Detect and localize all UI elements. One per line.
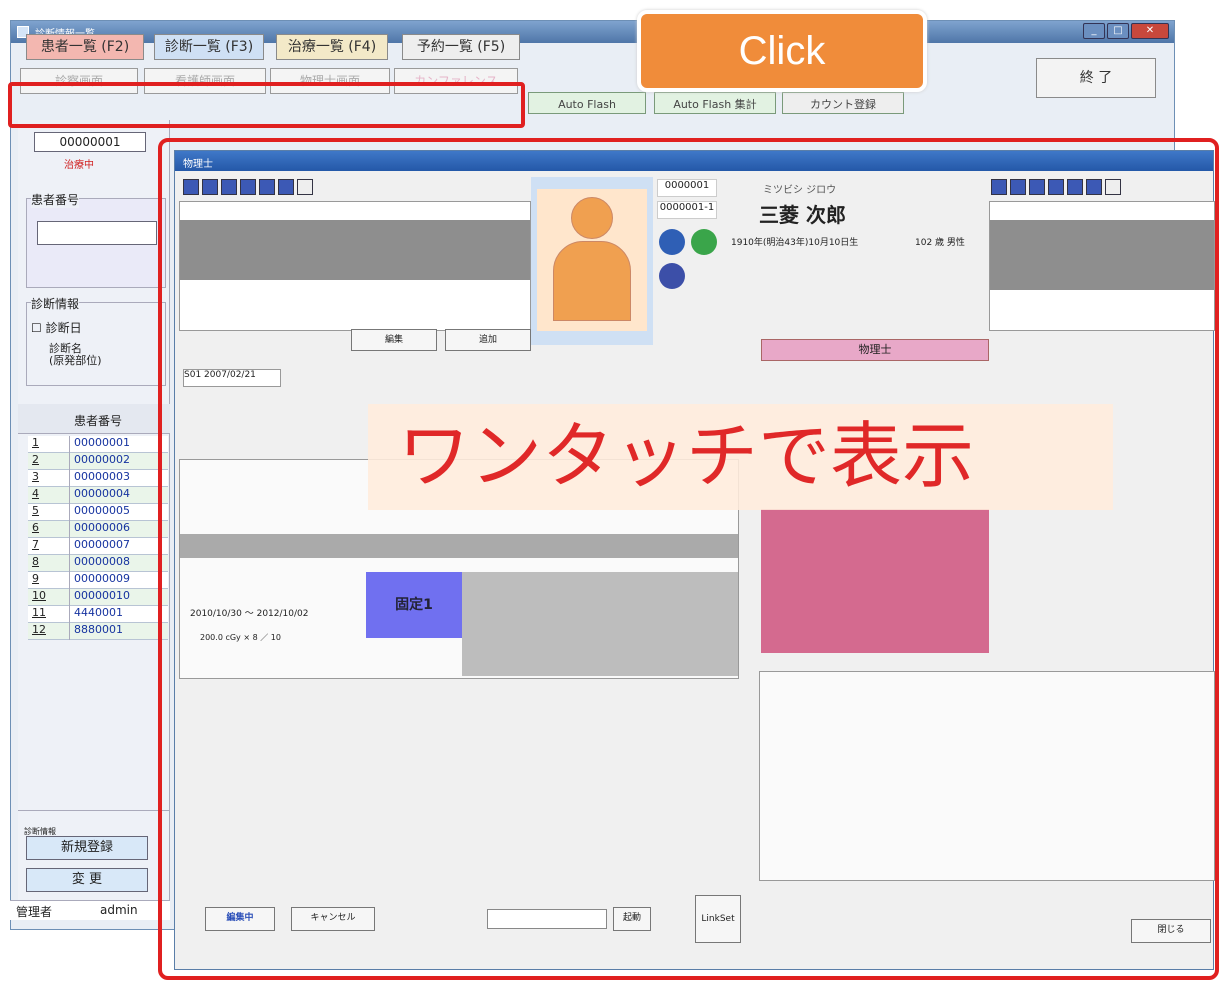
auto-flash-summary-button[interactable]: Auto Flash 集計 bbox=[654, 92, 776, 114]
tab-patient-list[interactable]: 患者一覧 (F2) bbox=[26, 34, 144, 60]
row-patient-id: 4440001 bbox=[74, 606, 123, 619]
table-row[interactable]: 5 00000005 bbox=[28, 504, 168, 521]
table-row[interactable]: 10 00000010 bbox=[28, 589, 168, 606]
tab-reservation-list[interactable]: 予約一覧 (F5) bbox=[402, 34, 520, 60]
highlight-subtabs bbox=[8, 82, 525, 128]
row-patient-id: 00000008 bbox=[74, 555, 130, 568]
row-number: 9 bbox=[28, 572, 70, 589]
table-row[interactable]: 1 00000001 bbox=[28, 436, 168, 453]
row-patient-id: 00000003 bbox=[74, 470, 130, 483]
auto-flash-button[interactable]: Auto Flash bbox=[528, 92, 646, 114]
patient-no-label: 患者番号 bbox=[31, 191, 80, 208]
diag-info-group: 診断情報 ☐ 診断日 診断名 (原発部位) bbox=[26, 295, 166, 386]
grid-header: 患者番号 bbox=[18, 404, 170, 434]
table-row[interactable]: 8 00000008 bbox=[28, 555, 168, 572]
count-register-button[interactable]: カウント登録 bbox=[782, 92, 904, 114]
new-register-button[interactable]: 新規登録 bbox=[26, 836, 148, 860]
diag-info-label: 診断情報 bbox=[31, 295, 80, 312]
tab-treatment-list[interactable]: 治療一覧 (F4) bbox=[276, 34, 388, 60]
table-row[interactable]: 12 8880001 bbox=[28, 623, 168, 640]
minimize-button[interactable]: _ bbox=[1083, 23, 1105, 39]
status-bar: 管理者 admin bbox=[10, 900, 170, 920]
row-patient-id: 00000009 bbox=[74, 572, 130, 585]
row-number: 1 bbox=[28, 436, 70, 453]
patient-no-group: 患者番号 bbox=[26, 191, 166, 288]
diag-date-checkbox[interactable]: ☐ 診断日 bbox=[31, 319, 82, 336]
row-patient-id: 00000007 bbox=[74, 538, 130, 551]
row-number: 8 bbox=[28, 555, 70, 572]
table-row[interactable]: 2 00000002 bbox=[28, 453, 168, 470]
table-row[interactable]: 9 00000009 bbox=[28, 572, 168, 589]
table-row[interactable]: 11 4440001 bbox=[28, 606, 168, 623]
grid-scrollbar[interactable] bbox=[18, 810, 170, 820]
user-role: 管理者 bbox=[16, 905, 53, 919]
patient-status: 治療中 bbox=[64, 160, 94, 171]
callout-text: Click bbox=[738, 29, 826, 73]
highlight-popup bbox=[158, 138, 1219, 980]
row-patient-id: 00000002 bbox=[74, 453, 130, 466]
row-number: 10 bbox=[28, 589, 70, 606]
one-touch-banner: ワンタッチで表示 bbox=[368, 404, 1113, 510]
patient-id-field: 00000001 bbox=[34, 132, 146, 152]
row-number: 6 bbox=[28, 521, 70, 538]
change-button[interactable]: 変 更 bbox=[26, 868, 148, 892]
table-row[interactable]: 6 00000006 bbox=[28, 521, 168, 538]
row-number: 11 bbox=[28, 606, 70, 623]
exit-button[interactable]: 終 了 bbox=[1036, 58, 1156, 98]
diag-name-label: 診断名 (原発部位) bbox=[49, 342, 102, 367]
row-patient-id: 00000005 bbox=[74, 504, 130, 517]
left-panel: 00000001 治療中 患者番号 診断情報 ☐ 診断日 診断名 (原発部位) … bbox=[10, 120, 170, 920]
table-row[interactable]: 3 00000003 bbox=[28, 470, 168, 487]
maximize-button[interactable]: □ bbox=[1107, 23, 1129, 39]
diag-date-label: 診断日 bbox=[45, 321, 82, 335]
user-name: admin bbox=[100, 903, 138, 917]
row-number: 3 bbox=[28, 470, 70, 487]
row-number: 2 bbox=[28, 453, 70, 470]
patient-no-input[interactable] bbox=[37, 221, 157, 245]
row-patient-id: 00000004 bbox=[74, 487, 130, 500]
close-window-button[interactable]: ✕ bbox=[1131, 23, 1169, 39]
row-patient-id: 8880001 bbox=[74, 623, 123, 636]
row-number: 5 bbox=[28, 504, 70, 521]
click-callout: Click bbox=[637, 10, 927, 92]
table-row[interactable]: 7 00000007 bbox=[28, 538, 168, 555]
grid-header-label: 患者番号 bbox=[74, 414, 123, 428]
row-number: 12 bbox=[28, 623, 70, 640]
row-number: 4 bbox=[28, 487, 70, 504]
row-number: 7 bbox=[28, 538, 70, 555]
row-patient-id: 00000010 bbox=[74, 589, 130, 602]
table-row[interactable]: 4 00000004 bbox=[28, 487, 168, 504]
row-patient-id: 00000006 bbox=[74, 521, 130, 534]
row-patient-id: 00000001 bbox=[74, 436, 130, 449]
banner-text: ワンタッチで表示 bbox=[398, 414, 975, 498]
tab-diagnosis-list[interactable]: 診断一覧 (F3) bbox=[154, 34, 264, 60]
